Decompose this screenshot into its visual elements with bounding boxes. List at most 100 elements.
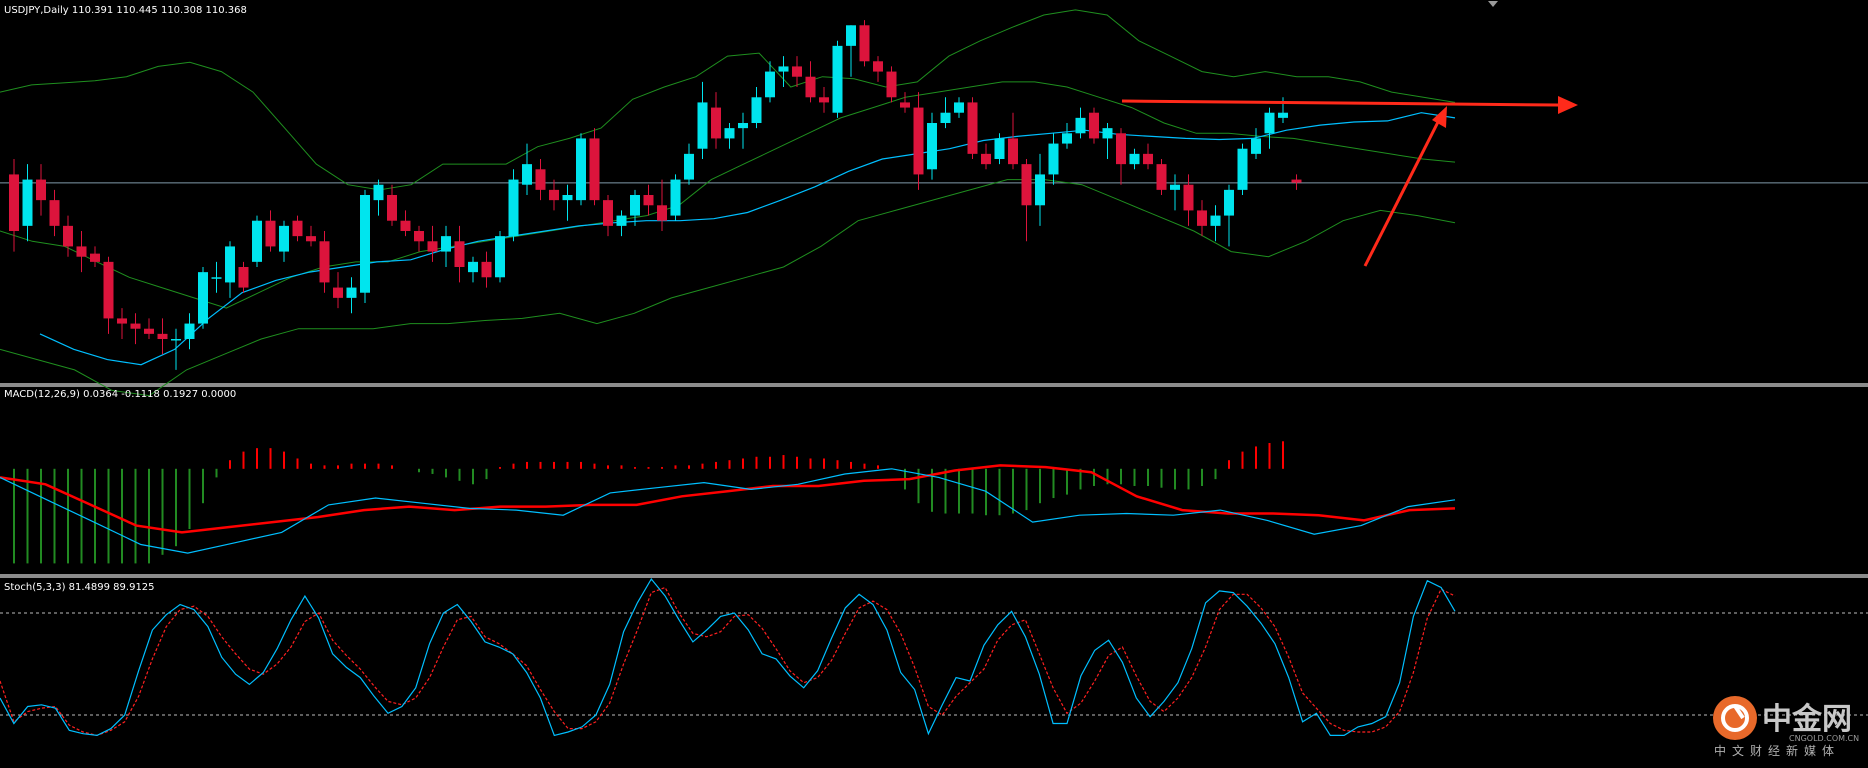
candle-body xyxy=(913,107,924,175)
candle-body xyxy=(400,220,411,231)
candle-body xyxy=(63,225,73,247)
candle-body xyxy=(9,174,19,231)
candle-body xyxy=(225,246,235,283)
candle-body xyxy=(211,277,222,279)
candle-body xyxy=(576,138,586,201)
candle-body xyxy=(724,128,735,139)
candle-body xyxy=(603,200,613,226)
candle-body xyxy=(90,253,100,262)
panel-separator-macd-stoch[interactable] xyxy=(0,574,1868,578)
candle-body xyxy=(711,107,721,139)
candle-body xyxy=(792,66,802,77)
candle-body xyxy=(1224,189,1234,216)
candle-body xyxy=(1264,112,1275,134)
candle-body xyxy=(171,339,181,341)
candle-body xyxy=(292,220,303,237)
candle-body xyxy=(306,236,316,242)
candle-body xyxy=(873,61,883,72)
candle-body xyxy=(1197,210,1207,226)
candle-body xyxy=(279,225,289,252)
candle-body xyxy=(859,25,870,62)
panel-separator-price-macd[interactable] xyxy=(0,383,1868,387)
candle-body xyxy=(373,184,384,201)
stoch-panel-label: Stoch(5,3,3) 81.4899 89.9125 xyxy=(4,582,155,593)
candle-body xyxy=(1062,133,1072,144)
forex-chart-workspace: USDJPY,Daily 110.391 110.445 110.308 110… xyxy=(0,0,1868,768)
candle-body xyxy=(805,76,816,98)
candle-body xyxy=(751,97,762,123)
candle-body xyxy=(765,71,775,98)
candle-body xyxy=(846,25,856,46)
candle-body xyxy=(1183,184,1194,211)
candle-body xyxy=(1116,133,1126,165)
candle-body xyxy=(549,189,559,201)
candle-body xyxy=(103,261,114,319)
cngold-logo-icon xyxy=(1713,696,1757,740)
candle-body xyxy=(441,236,451,252)
candle-body xyxy=(643,195,654,206)
candle-body xyxy=(360,195,370,293)
candle-body xyxy=(454,241,465,267)
candle-body xyxy=(940,112,951,123)
candle-body xyxy=(1237,148,1248,190)
candle-body xyxy=(900,102,910,108)
brand-tagline: 中文财经新媒体 xyxy=(1714,743,1840,758)
candle-body xyxy=(657,205,667,221)
candle-body xyxy=(886,71,897,98)
candle-body xyxy=(144,328,154,334)
candle-body xyxy=(252,220,262,262)
brand-watermark: 中金网 CNGOLD.COM.CN 中文财经新媒体 xyxy=(1713,696,1859,758)
candle-body xyxy=(616,215,627,226)
candle-body xyxy=(684,153,694,180)
candle-body xyxy=(562,195,573,201)
candle-body xyxy=(414,231,424,242)
candle-body xyxy=(1021,164,1032,206)
macd-panel-label: MACD(12,26,9) 0.0364 -0.1118 0.1927 0.00… xyxy=(4,389,236,400)
candle-body xyxy=(994,138,1005,159)
brand-name: 中金网 xyxy=(1762,702,1852,737)
candle-body xyxy=(535,169,546,190)
candle-body xyxy=(36,179,46,201)
candle-body xyxy=(981,153,991,165)
candle-body xyxy=(130,323,141,329)
candle-body xyxy=(265,220,276,247)
candle-body xyxy=(1278,112,1288,118)
candle-body xyxy=(49,200,60,226)
candle-body xyxy=(954,102,964,113)
candle-body xyxy=(319,241,330,283)
candle-body xyxy=(1035,174,1045,206)
candle-body xyxy=(1008,138,1018,165)
price-panel-label: USDJPY,Daily 110.391 110.445 110.308 110… xyxy=(4,5,247,16)
candle-body xyxy=(832,45,843,113)
candle-body xyxy=(427,241,438,252)
candle-body xyxy=(1129,153,1140,165)
candle-body xyxy=(819,97,829,103)
candle-body xyxy=(589,138,600,201)
candle-body xyxy=(117,318,127,324)
candle-body xyxy=(157,333,168,339)
candle-body xyxy=(346,287,357,298)
candle-body xyxy=(387,195,397,221)
candle-body xyxy=(1075,117,1086,134)
candle-body xyxy=(1251,138,1261,154)
candle-body xyxy=(333,287,343,298)
candle-body xyxy=(630,195,640,216)
candle-body xyxy=(927,123,937,170)
candle-body xyxy=(238,267,249,288)
candle-body xyxy=(778,66,789,72)
candle-body xyxy=(1102,128,1113,139)
candle-body xyxy=(738,123,748,129)
candle-body xyxy=(1156,164,1167,190)
candle-body xyxy=(1089,112,1099,139)
brand-domain: CNGOLD.COM.CN xyxy=(1789,734,1859,743)
candle-body xyxy=(198,272,208,324)
candle-body xyxy=(495,236,505,278)
candle-body xyxy=(670,179,681,216)
candle-body xyxy=(76,246,87,257)
candle-body xyxy=(1048,143,1059,175)
candle-body xyxy=(1143,153,1153,165)
candle-body xyxy=(481,261,492,278)
candle-body xyxy=(967,102,978,154)
candle-body xyxy=(1210,215,1221,226)
candle-body xyxy=(508,179,519,237)
